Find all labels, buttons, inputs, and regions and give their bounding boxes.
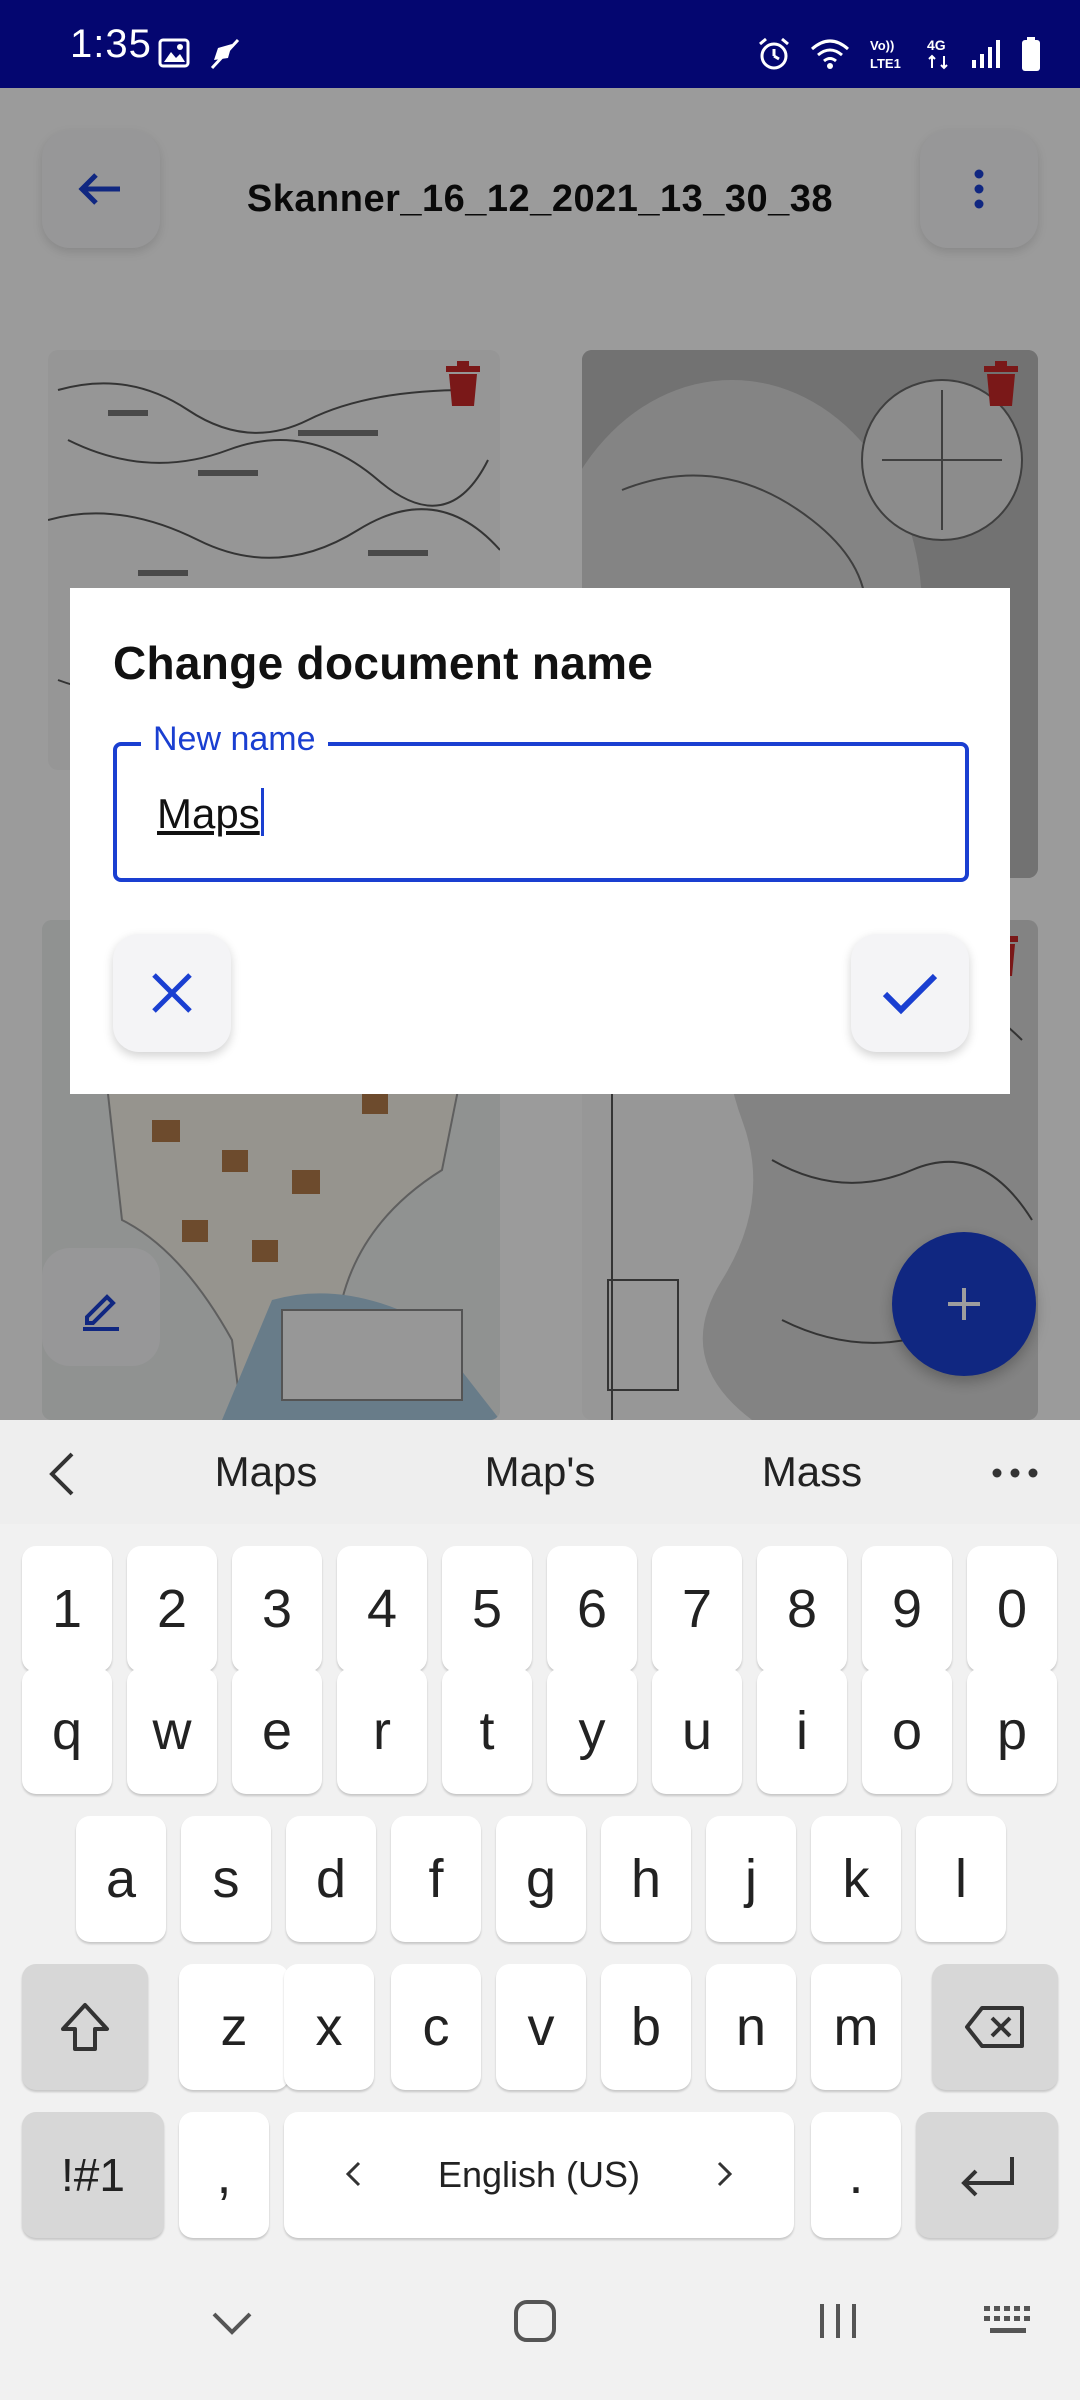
new-name-label: New name	[141, 720, 328, 759]
spacebar-label: English (US)	[437, 2154, 641, 2195]
key-r[interactable]: r	[337, 1668, 427, 1794]
document-pages-screen: Skanner_16_12_2021_13_30_38 Change docum…	[0, 88, 1080, 1420]
key-q[interactable]: q	[22, 1668, 112, 1794]
key-d[interactable]: d	[286, 1816, 376, 1942]
key-5[interactable]: 5	[442, 1546, 532, 1672]
period-key[interactable]: .	[811, 2112, 901, 2238]
key-k[interactable]: k	[811, 1816, 901, 1942]
dialog-title: Change document name	[113, 637, 654, 689]
gallery-icon	[158, 38, 190, 68]
key-o[interactable]: o	[862, 1668, 952, 1794]
key-l[interactable]: l	[916, 1816, 1006, 1942]
check-icon	[882, 973, 938, 1015]
key-8[interactable]: 8	[757, 1546, 847, 1672]
svg-text:Vo)): Vo))	[870, 38, 894, 53]
comma-key[interactable]: ,	[179, 2112, 269, 2238]
key-1[interactable]: 1	[22, 1546, 112, 1672]
suggestion-bar: Maps Map's Mass	[0, 1420, 1080, 1524]
keyboard-switch-icon[interactable]	[982, 2302, 1034, 2338]
key-c[interactable]: c	[391, 1964, 481, 2090]
key-p[interactable]: p	[967, 1668, 1057, 1794]
new-name-field[interactable]: New name Maps	[113, 720, 969, 882]
key-t[interactable]: t	[442, 1668, 532, 1794]
signal-icon	[972, 40, 1000, 68]
svg-text:LTE1: LTE1	[870, 56, 901, 71]
key-m[interactable]: m	[811, 1964, 901, 2090]
wifi-icon	[811, 39, 849, 69]
key-s[interactable]: s	[181, 1816, 271, 1942]
recent-apps-icon[interactable]	[818, 2300, 858, 2342]
suggestion-2[interactable]: Map's	[440, 1448, 640, 1496]
alarm-icon	[759, 37, 789, 70]
suggestion-1[interactable]: Maps	[166, 1448, 366, 1496]
4g-icon: 4G	[927, 37, 948, 70]
key-x[interactable]: x	[284, 1964, 374, 2090]
key-i[interactable]: i	[757, 1668, 847, 1794]
chevron-left-icon[interactable]	[46, 1450, 76, 1498]
key-y[interactable]: y	[547, 1668, 637, 1794]
enter-icon	[961, 2157, 1014, 2197]
shift-icon	[61, 2003, 109, 2051]
system-nav-bar	[0, 2248, 1080, 2400]
text-cursor	[260, 788, 264, 836]
cancel-button[interactable]	[113, 934, 231, 1052]
hide-keyboard-icon[interactable]	[210, 2310, 254, 2336]
keyboard: Maps Map's Mass 1 2 3 4 5 6 7 8 9 0 q w …	[0, 1420, 1080, 2248]
chevron-right-icon	[717, 2161, 733, 2187]
svg-text:4G: 4G	[927, 37, 946, 53]
key-b[interactable]: b	[601, 1964, 691, 2090]
new-name-value: Maps	[157, 790, 260, 837]
key-v[interactable]: v	[496, 1964, 586, 2090]
new-name-input[interactable]: Maps	[157, 788, 264, 838]
key-7[interactable]: 7	[652, 1546, 742, 1672]
battery-icon	[1022, 37, 1040, 71]
key-g[interactable]: g	[496, 1816, 586, 1942]
backspace-key[interactable]	[932, 1964, 1058, 2090]
key-4[interactable]: 4	[337, 1546, 427, 1672]
suggestion-3[interactable]: Mass	[712, 1448, 912, 1496]
mute-icon	[210, 38, 240, 70]
spacebar[interactable]: English (US)	[284, 2112, 794, 2238]
enter-key[interactable]	[916, 2112, 1058, 2238]
key-n[interactable]: n	[706, 1964, 796, 2090]
key-w[interactable]: w	[127, 1668, 217, 1794]
key-h[interactable]: h	[601, 1816, 691, 1942]
symbols-key[interactable]: !#1	[22, 2112, 164, 2238]
home-icon[interactable]	[512, 2298, 558, 2344]
key-z[interactable]: z	[179, 1964, 289, 2090]
key-9[interactable]: 9	[862, 1546, 952, 1672]
key-3[interactable]: 3	[232, 1546, 322, 1672]
rename-dialog: Change document name New name Maps	[70, 588, 1010, 1094]
status-time: 1:35	[70, 22, 152, 66]
key-f[interactable]: f	[391, 1816, 481, 1942]
key-u[interactable]: u	[652, 1668, 742, 1794]
key-0[interactable]: 0	[967, 1546, 1057, 1672]
backspace-icon	[965, 2006, 1024, 2048]
key-a[interactable]: a	[76, 1816, 166, 1942]
key-j[interactable]: j	[706, 1816, 796, 1942]
key-6[interactable]: 6	[547, 1546, 637, 1672]
key-e[interactable]: e	[232, 1668, 322, 1794]
confirm-button[interactable]	[851, 934, 969, 1052]
more-horizontal-icon[interactable]	[992, 1468, 1038, 1478]
shift-key[interactable]	[22, 1964, 148, 2090]
volte-icon: Vo)) LTE1	[870, 38, 901, 71]
status-bar: 1:35 Vo)) LTE1 4G	[0, 0, 1080, 88]
close-icon	[152, 973, 192, 1013]
key-2[interactable]: 2	[127, 1546, 217, 1672]
chevron-left-icon	[345, 2161, 361, 2187]
